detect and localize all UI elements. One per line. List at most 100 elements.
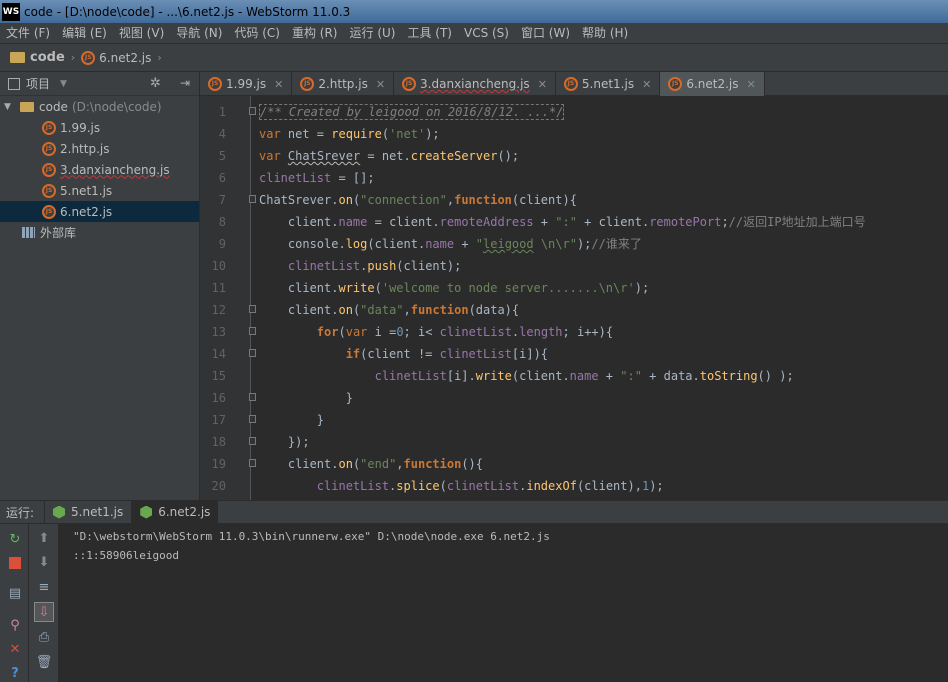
js-file-icon: JS — [668, 77, 683, 91]
code-text: clinetList[i].write(client.name + ":" + … — [374, 369, 794, 383]
run-console-output[interactable]: "D:\webstorm\WebStorm 11.0.3\bin\runnerw… — [59, 524, 948, 682]
project-panel: 项目 ▼ ✲ ⇥ ▼ code (D:\node\code) JS 1.99.j… — [0, 72, 200, 500]
breadcrumb-separator-icon: › — [157, 51, 162, 64]
menu-vcs[interactable]: VCS (S) — [458, 23, 515, 44]
code-text: client.write('welcome to node server....… — [259, 281, 650, 295]
tree-file-item[interactable]: JS 5.net1.js — [0, 180, 199, 201]
tree-root-folder[interactable]: ▼ code (D:\node\code) — [0, 96, 199, 117]
window-title: code - [D:\node\code] - ...\6.net2.js - … — [24, 4, 351, 19]
close-icon[interactable]: ✕ — [376, 78, 385, 91]
fold-marker-icon[interactable] — [249, 305, 256, 313]
chevron-down-icon[interactable]: ▼ — [60, 79, 67, 89]
run-tab-5-net1-js[interactable]: 5.net1.js — [44, 501, 131, 523]
soft-wrap-icon[interactable]: ≡ — [34, 577, 54, 597]
tree-file-item[interactable]: JS 2.http.js — [0, 138, 199, 159]
menu-view[interactable]: 视图 (V) — [113, 23, 170, 44]
run-toolbar-primary: ↻ ▤ ⚲ ✕ ? — [0, 524, 29, 682]
hide-panel-icon[interactable]: ⇥ — [180, 76, 190, 90]
breadcrumb-file[interactable]: 6.net2.js — [99, 51, 151, 65]
close-icon[interactable]: ✕ — [642, 78, 651, 91]
tab-3-danxiancheng-js[interactable]: JS 3.danxiancheng.js ✕ — [394, 72, 556, 96]
stop-icon[interactable] — [5, 553, 25, 573]
code-text: } — [259, 391, 353, 405]
external-libraries-label: 外部库 — [40, 226, 77, 240]
js-file-icon: JS — [563, 77, 578, 91]
menu-window[interactable]: 窗口 (W) — [515, 23, 576, 44]
code-editor[interactable]: 1 /** Created by leigood on 2016/8/12. .… — [200, 96, 948, 500]
tree-file-label: 6.net2.js — [60, 204, 113, 219]
code-line: 17 } — [200, 409, 948, 431]
tree-file-item[interactable]: JS 1.99.js — [0, 117, 199, 138]
tree-file-item-selected[interactable]: JS 6.net2.js — [0, 201, 199, 222]
tree-external-libraries[interactable]: 外部库 — [0, 222, 199, 243]
webstorm-logo-icon: WS — [2, 2, 20, 21]
code-line: 18 }); — [200, 431, 948, 453]
close-icon[interactable]: ✕ — [274, 78, 283, 91]
project-panel-header: 项目 ▼ ✲ ⇥ — [0, 72, 199, 96]
run-tab-label: 5.net1.js — [71, 505, 124, 519]
tab-6-net2-js-active[interactable]: JS 6.net2.js ✕ — [660, 72, 765, 96]
fold-marker-icon[interactable] — [249, 195, 256, 203]
root-folder-name: code — [39, 99, 68, 114]
tab-label: 2.http.js — [318, 77, 368, 91]
rerun-icon[interactable]: ↻ — [5, 529, 25, 549]
tree-file-item[interactable]: JS 3.danxiancheng.js — [0, 159, 199, 180]
fold-marker-icon[interactable] — [249, 393, 256, 401]
dump-threads-icon[interactable]: ▤ — [5, 583, 25, 603]
arrow-up-icon[interactable]: ⬆ — [34, 528, 54, 548]
project-panel-title[interactable]: 项目 — [26, 75, 50, 92]
nodejs-icon — [140, 505, 153, 519]
arrow-down-icon[interactable]: ⬇ — [34, 552, 54, 572]
fold-marker-icon[interactable] — [249, 415, 256, 423]
menu-tools[interactable]: 工具 (T) — [401, 23, 458, 44]
help-icon[interactable]: ? — [5, 663, 25, 682]
menu-refactor[interactable]: 重构 (R) — [286, 23, 344, 44]
fold-marker-icon[interactable] — [249, 459, 256, 467]
tab-5-net1-js[interactable]: JS 5.net1.js ✕ — [556, 72, 661, 96]
js-file-icon: JS — [42, 120, 56, 135]
title-bar: WS code - [D:\node\code] - ...\6.net2.js… — [0, 0, 948, 23]
code-line: 5 var ChatSrever = net.createServer(); — [200, 145, 948, 167]
scroll-to-end-icon[interactable]: ⇩ — [34, 602, 54, 622]
run-panel-header: 运行: 5.net1.js 6.net2.js — [0, 500, 948, 524]
run-tab-label: 6.net2.js — [158, 505, 211, 519]
menu-help[interactable]: 帮助 (H) — [576, 23, 634, 44]
tab-1-99-js[interactable]: JS 1.99.js ✕ — [200, 72, 293, 96]
line-number: 12 — [211, 303, 226, 317]
menu-bar: 文件 (F) 编辑 (E) 视图 (V) 导航 (N) 代码 (C) 重构 (R… — [0, 23, 948, 44]
js-file-icon: JS — [42, 141, 56, 156]
tab-label: 1.99.js — [226, 77, 267, 91]
webstorm-window: WS code - [D:\node\code] - ...\6.net2.js… — [0, 0, 948, 682]
run-tab-6-net2-js-active[interactable]: 6.net2.js — [131, 501, 219, 523]
root-folder-path: (D:\node\code) — [71, 99, 162, 114]
pin-tab-icon[interactable]: ⚲ — [5, 615, 25, 635]
code-text: var ChatSrever = net.createServer(); — [259, 149, 520, 163]
gear-icon[interactable]: ✲ — [150, 76, 161, 91]
print-icon[interactable]: ⎙ — [34, 627, 54, 647]
code-text: if(client != clinetList[i]){ — [345, 347, 549, 361]
code-line: 6 clinetList = []; — [200, 167, 948, 189]
fold-marker-icon[interactable] — [249, 349, 256, 357]
close-icon[interactable]: ✕ — [538, 78, 547, 91]
js-file-icon: JS — [208, 77, 222, 91]
breadcrumb-project[interactable]: code — [30, 50, 65, 65]
menu-navigate[interactable]: 导航 (N) — [170, 23, 228, 44]
close-icon[interactable]: ✕ — [5, 639, 25, 659]
menu-run[interactable]: 运行 (U) — [344, 23, 402, 44]
project-view-icon — [8, 77, 20, 90]
close-icon[interactable]: ✕ — [747, 78, 756, 91]
fold-marker-icon[interactable] — [249, 107, 256, 115]
line-number: 17 — [211, 413, 226, 427]
expand-arrow-icon[interactable]: ▼ — [4, 102, 16, 112]
tab-2-http-js[interactable]: JS 2.http.js ✕ — [292, 72, 395, 96]
fold-marker-icon[interactable] — [249, 327, 256, 335]
js-file-icon: JS — [42, 204, 56, 219]
fold-marker-icon[interactable] — [249, 437, 256, 445]
menu-code[interactable]: 代码 (C) — [228, 23, 286, 44]
code-text: clinetList.splice(clinetList.indexOf(cli… — [316, 479, 664, 493]
menu-edit[interactable]: 编辑 (E) — [56, 23, 113, 44]
menu-file[interactable]: 文件 (F) — [0, 23, 56, 44]
code-text: for(var i =0; i< clinetList.length; i++)… — [316, 325, 614, 339]
line-number: 5 — [218, 149, 226, 163]
trash-icon[interactable]: 🗑 — [34, 652, 54, 672]
